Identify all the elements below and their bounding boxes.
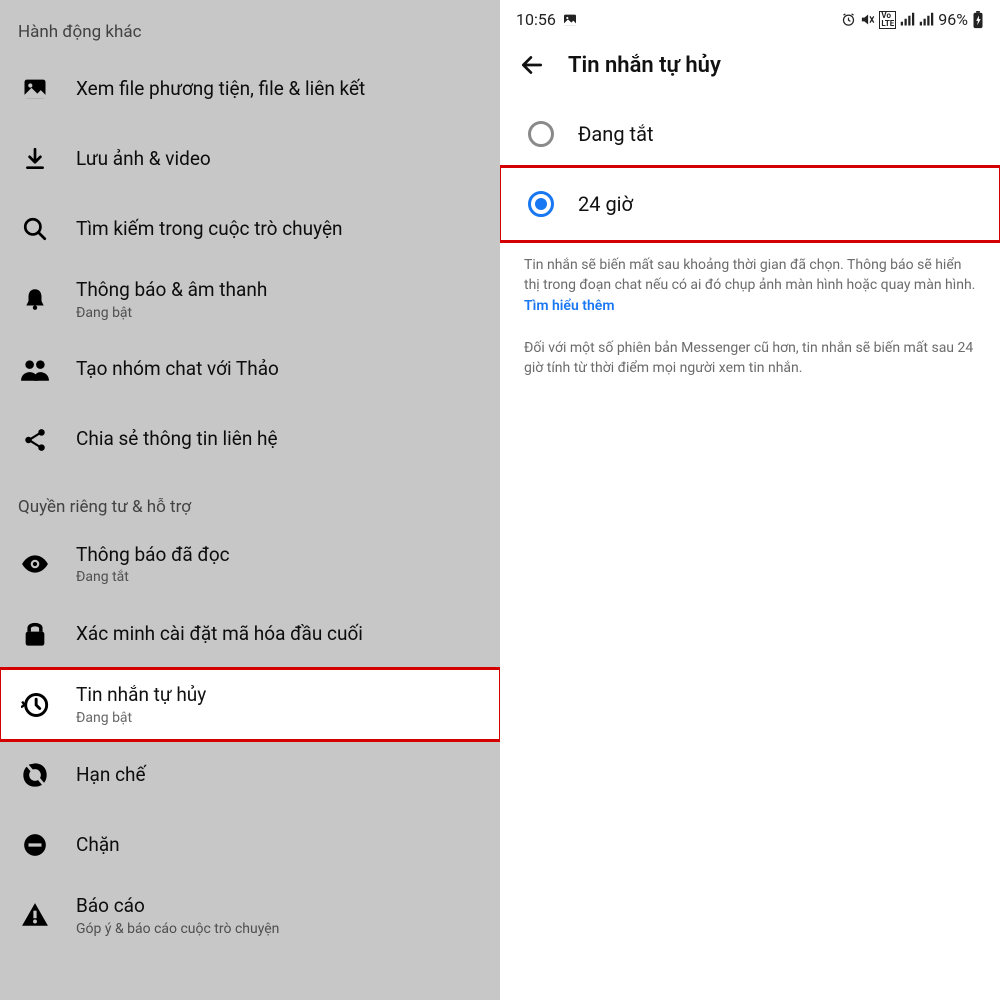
page-title: Tin nhắn tự hủy <box>568 53 721 78</box>
row-label: Báo cáo <box>76 894 279 919</box>
row-create-group[interactable]: Tạo nhóm chat với Thảo <box>0 335 500 405</box>
row-label: Thông báo & âm thanh <box>76 278 267 303</box>
description-text: Tin nhắn sẽ biến mất sau khoảng thời gia… <box>500 241 1000 320</box>
row-notifications[interactable]: Thông báo & âm thanh Đang bật <box>0 264 500 335</box>
people-icon <box>18 353 52 387</box>
gallery-icon <box>562 12 578 28</box>
signal-icon <box>900 12 915 27</box>
signal-icon-2 <box>919 12 934 27</box>
history-icon <box>18 688 52 722</box>
row-restrict[interactable]: Hạn chế <box>0 740 500 810</box>
row-share-contact[interactable]: Chia sẻ thông tin liên hệ <box>0 405 500 475</box>
row-report[interactable]: Báo cáo Góp ý & báo cáo cuộc trò chuyện <box>0 880 500 951</box>
option-label: 24 giờ <box>578 192 633 216</box>
desc-main: Tin nhắn sẽ biến mất sau khoảng thời gia… <box>524 257 975 293</box>
row-read-receipts[interactable]: Thông báo đã đọc Đang tắt <box>0 529 500 600</box>
learn-more-link[interactable]: Tìm hiểu thêm <box>524 298 614 314</box>
status-battery: 96% <box>938 10 968 29</box>
row-verify-encryption[interactable]: Xác minh cài đặt mã hóa đầu cuối <box>0 599 500 669</box>
section-header-privacy: Quyền riêng tư & hỗ trợ <box>0 475 500 529</box>
eye-icon <box>18 547 52 581</box>
section-header-actions: Hành động khác <box>0 0 500 54</box>
row-label: Tin nhắn tự hủy <box>76 683 206 708</box>
lock-icon <box>18 617 52 651</box>
row-label: Tạo nhóm chat với Thảo <box>76 357 279 382</box>
search-icon <box>18 212 52 246</box>
block-icon <box>18 828 52 862</box>
mute-icon <box>860 12 875 27</box>
row-label: Hạn chế <box>76 763 146 788</box>
header-bar: Tin nhắn tự hủy <box>500 33 1000 101</box>
alarm-icon <box>841 12 856 27</box>
status-left: 10:56 <box>516 10 578 29</box>
row-label: Xem file phương tiện, file & liên kết <box>76 77 365 102</box>
row-disappearing-messages[interactable]: Tin nhắn tự hủy Đang bật <box>0 669 500 740</box>
status-right: VoLTE 96% <box>841 10 984 29</box>
status-time: 10:56 <box>516 10 556 29</box>
row-sublabel: Đang tắt <box>76 569 230 585</box>
settings-screen: Hành động khác Xem file phương tiện, fil… <box>0 0 500 1000</box>
row-label: Tìm kiếm trong cuộc trò chuyện <box>76 217 343 242</box>
row-media[interactable]: Xem file phương tiện, file & liên kết <box>0 54 500 124</box>
row-block[interactable]: Chặn <box>0 810 500 880</box>
row-sublabel: Góp ý & báo cáo cuộc trò chuyện <box>76 921 279 937</box>
row-label: Xác minh cài đặt mã hóa đầu cuối <box>76 622 363 647</box>
row-label: Chặn <box>76 833 120 858</box>
row-label: Lưu ảnh & video <box>76 147 211 172</box>
back-button[interactable] <box>518 51 546 79</box>
row-sublabel: Đang bật <box>76 305 267 321</box>
warning-icon <box>18 898 52 932</box>
radio-24h[interactable] <box>528 191 554 217</box>
bell-icon <box>18 282 52 316</box>
option-label: Đang tắt <box>578 122 654 146</box>
option-24h[interactable]: 24 giờ <box>500 167 1000 241</box>
share-icon <box>18 423 52 457</box>
option-off[interactable]: Đang tắt <box>500 101 1000 167</box>
status-bar: 10:56 VoLTE 96% <box>500 0 1000 33</box>
radio-off[interactable] <box>528 121 554 147</box>
volte-icon: VoLTE <box>879 11 896 29</box>
image-icon <box>18 72 52 106</box>
battery-icon <box>972 11 984 29</box>
row-label: Thông báo đã đọc <box>76 543 230 568</box>
row-label: Chia sẻ thông tin liên hệ <box>76 427 278 452</box>
row-search[interactable]: Tìm kiếm trong cuộc trò chuyện <box>0 194 500 264</box>
download-icon <box>18 142 52 176</box>
row-save[interactable]: Lưu ảnh & video <box>0 124 500 194</box>
restrict-icon <box>18 758 52 792</box>
row-sublabel: Đang bật <box>76 710 206 726</box>
disappearing-messages-screen: 10:56 VoLTE 96% Tin nhắn tự hủy Đang tắt… <box>500 0 1000 1000</box>
description-note: Đối với một số phiên bản Messenger cũ hơ… <box>500 320 1000 397</box>
